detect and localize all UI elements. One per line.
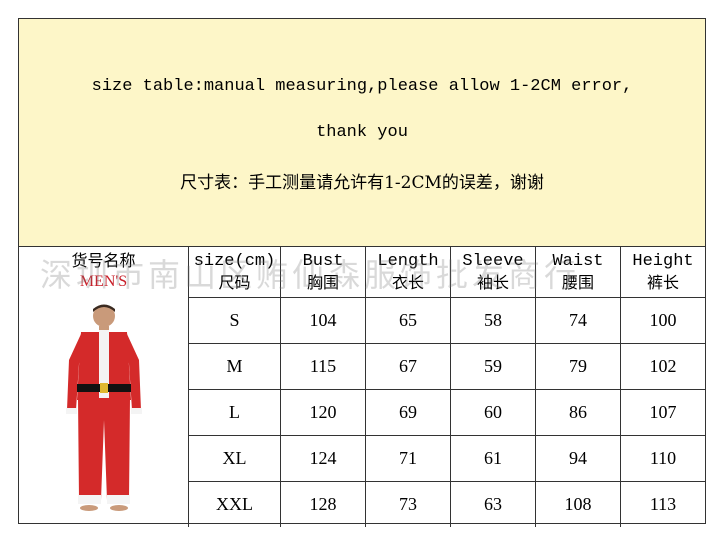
bust-cell: 128 [280, 481, 366, 527]
height-cell: 100 [620, 297, 705, 344]
table-header-row: 货号名称 MEN'S size(cm) 尺码 Bust 胸围 Length 衣长… [19, 246, 705, 527]
height-cell: 113 [620, 481, 705, 527]
waist-cell: 108 [535, 481, 621, 527]
size-cell: S [188, 297, 281, 344]
bust-cell: 120 [280, 389, 366, 436]
bust-cell: 104 [280, 297, 366, 344]
header-waist: Waist 腰围 [535, 246, 621, 298]
header-bust: Bust 胸围 [280, 246, 366, 298]
note-line-cn: 尺寸表：手工测量请允许有1-2CM的误差，谢谢 [180, 173, 544, 193]
height-cell: 110 [620, 435, 705, 482]
size-cell: XL [188, 435, 281, 482]
header-length: Length 衣长 [365, 246, 451, 298]
sleeve-cell: 60 [450, 389, 536, 436]
waist-cell: 74 [535, 297, 621, 344]
size-cell: L [188, 389, 281, 436]
length-cell: 65 [365, 297, 451, 344]
note-line-en: size table:manual measuring,please allow… [91, 77, 633, 96]
product-cell: 货号名称 MEN'S [19, 246, 189, 527]
waist-cell: 86 [535, 389, 621, 436]
height-cell: 107 [620, 389, 705, 436]
bust-cell: 124 [280, 435, 366, 482]
sleeve-cell: 58 [450, 297, 536, 344]
sleeve-cell: 59 [450, 343, 536, 390]
header-size: size(cm) 尺码 [188, 246, 281, 298]
size-chart: size table:manual measuring,please allow… [18, 18, 706, 527]
length-cell: 69 [365, 389, 451, 436]
header-sleeve: Sleeve 袖长 [450, 246, 536, 298]
product-image [65, 304, 142, 511]
size-cell: M [188, 343, 281, 390]
length-cell: 73 [365, 481, 451, 527]
length-cell: 71 [365, 435, 451, 482]
note-line-thanks: thank you [316, 123, 408, 142]
length-cell: 67 [365, 343, 451, 390]
header-height: Height 裤长 [620, 246, 705, 298]
size-table: 货号名称 MEN'S size(cm) 尺码 Bust 胸围 Length 衣长… [19, 246, 705, 527]
waist-cell: 94 [535, 435, 621, 482]
measurement-note: size table:manual measuring,please allow… [19, 19, 705, 247]
bust-cell: 115 [280, 343, 366, 390]
product-label-en: MEN'S [79, 272, 128, 290]
height-cell: 102 [620, 343, 705, 390]
sleeve-cell: 61 [450, 435, 536, 482]
waist-cell: 79 [535, 343, 621, 390]
sleeve-cell: 63 [450, 481, 536, 527]
size-cell: XXL [188, 481, 281, 527]
product-label-cn: 货号名称 [71, 250, 136, 270]
